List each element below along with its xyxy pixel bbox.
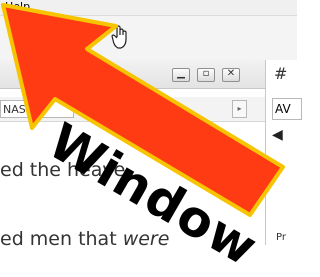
menu-help[interactable]: Help bbox=[5, 0, 30, 14]
minimize-button[interactable]: ▁ bbox=[172, 68, 190, 82]
hand-cursor-icon bbox=[111, 25, 127, 49]
back-arrow-icon[interactable]: ◀ bbox=[272, 127, 283, 143]
verse-line: ed the heave bbox=[0, 159, 125, 181]
maximize-button[interactable]: ▫ bbox=[197, 68, 215, 82]
chevron-right-icon: ▸ bbox=[237, 104, 242, 113]
toolbar bbox=[0, 16, 297, 61]
next-arrow-button[interactable]: ▸ bbox=[232, 100, 247, 118]
bible-text-panel: ▁ ▫ ✕ NAS ▸ ed the heave ed men that wer… bbox=[0, 60, 266, 250]
navigation-row: NAS ▸ bbox=[0, 97, 265, 122]
panel-header: ▁ ▫ ✕ bbox=[0, 60, 265, 89]
verse-italic-text: were bbox=[122, 228, 170, 250]
close-icon: ✕ bbox=[226, 68, 236, 79]
close-button[interactable]: ✕ bbox=[222, 68, 240, 82]
verse-line: ed men that were bbox=[0, 228, 169, 250]
maximize-icon: ▫ bbox=[202, 68, 210, 79]
side-panel: # AV ◀ Pr bbox=[266, 60, 302, 245]
verse-text: ed men that bbox=[0, 228, 123, 250]
menu-bar: Help bbox=[0, 0, 297, 16]
side-bottom-label: Pr bbox=[276, 232, 286, 243]
hash-label: # bbox=[274, 64, 288, 83]
verse-text: ed the heave bbox=[0, 159, 126, 181]
side-version-box[interactable]: AV bbox=[272, 98, 302, 120]
version-selector[interactable]: NAS bbox=[0, 100, 74, 118]
minimize-icon: ▁ bbox=[177, 68, 185, 79]
